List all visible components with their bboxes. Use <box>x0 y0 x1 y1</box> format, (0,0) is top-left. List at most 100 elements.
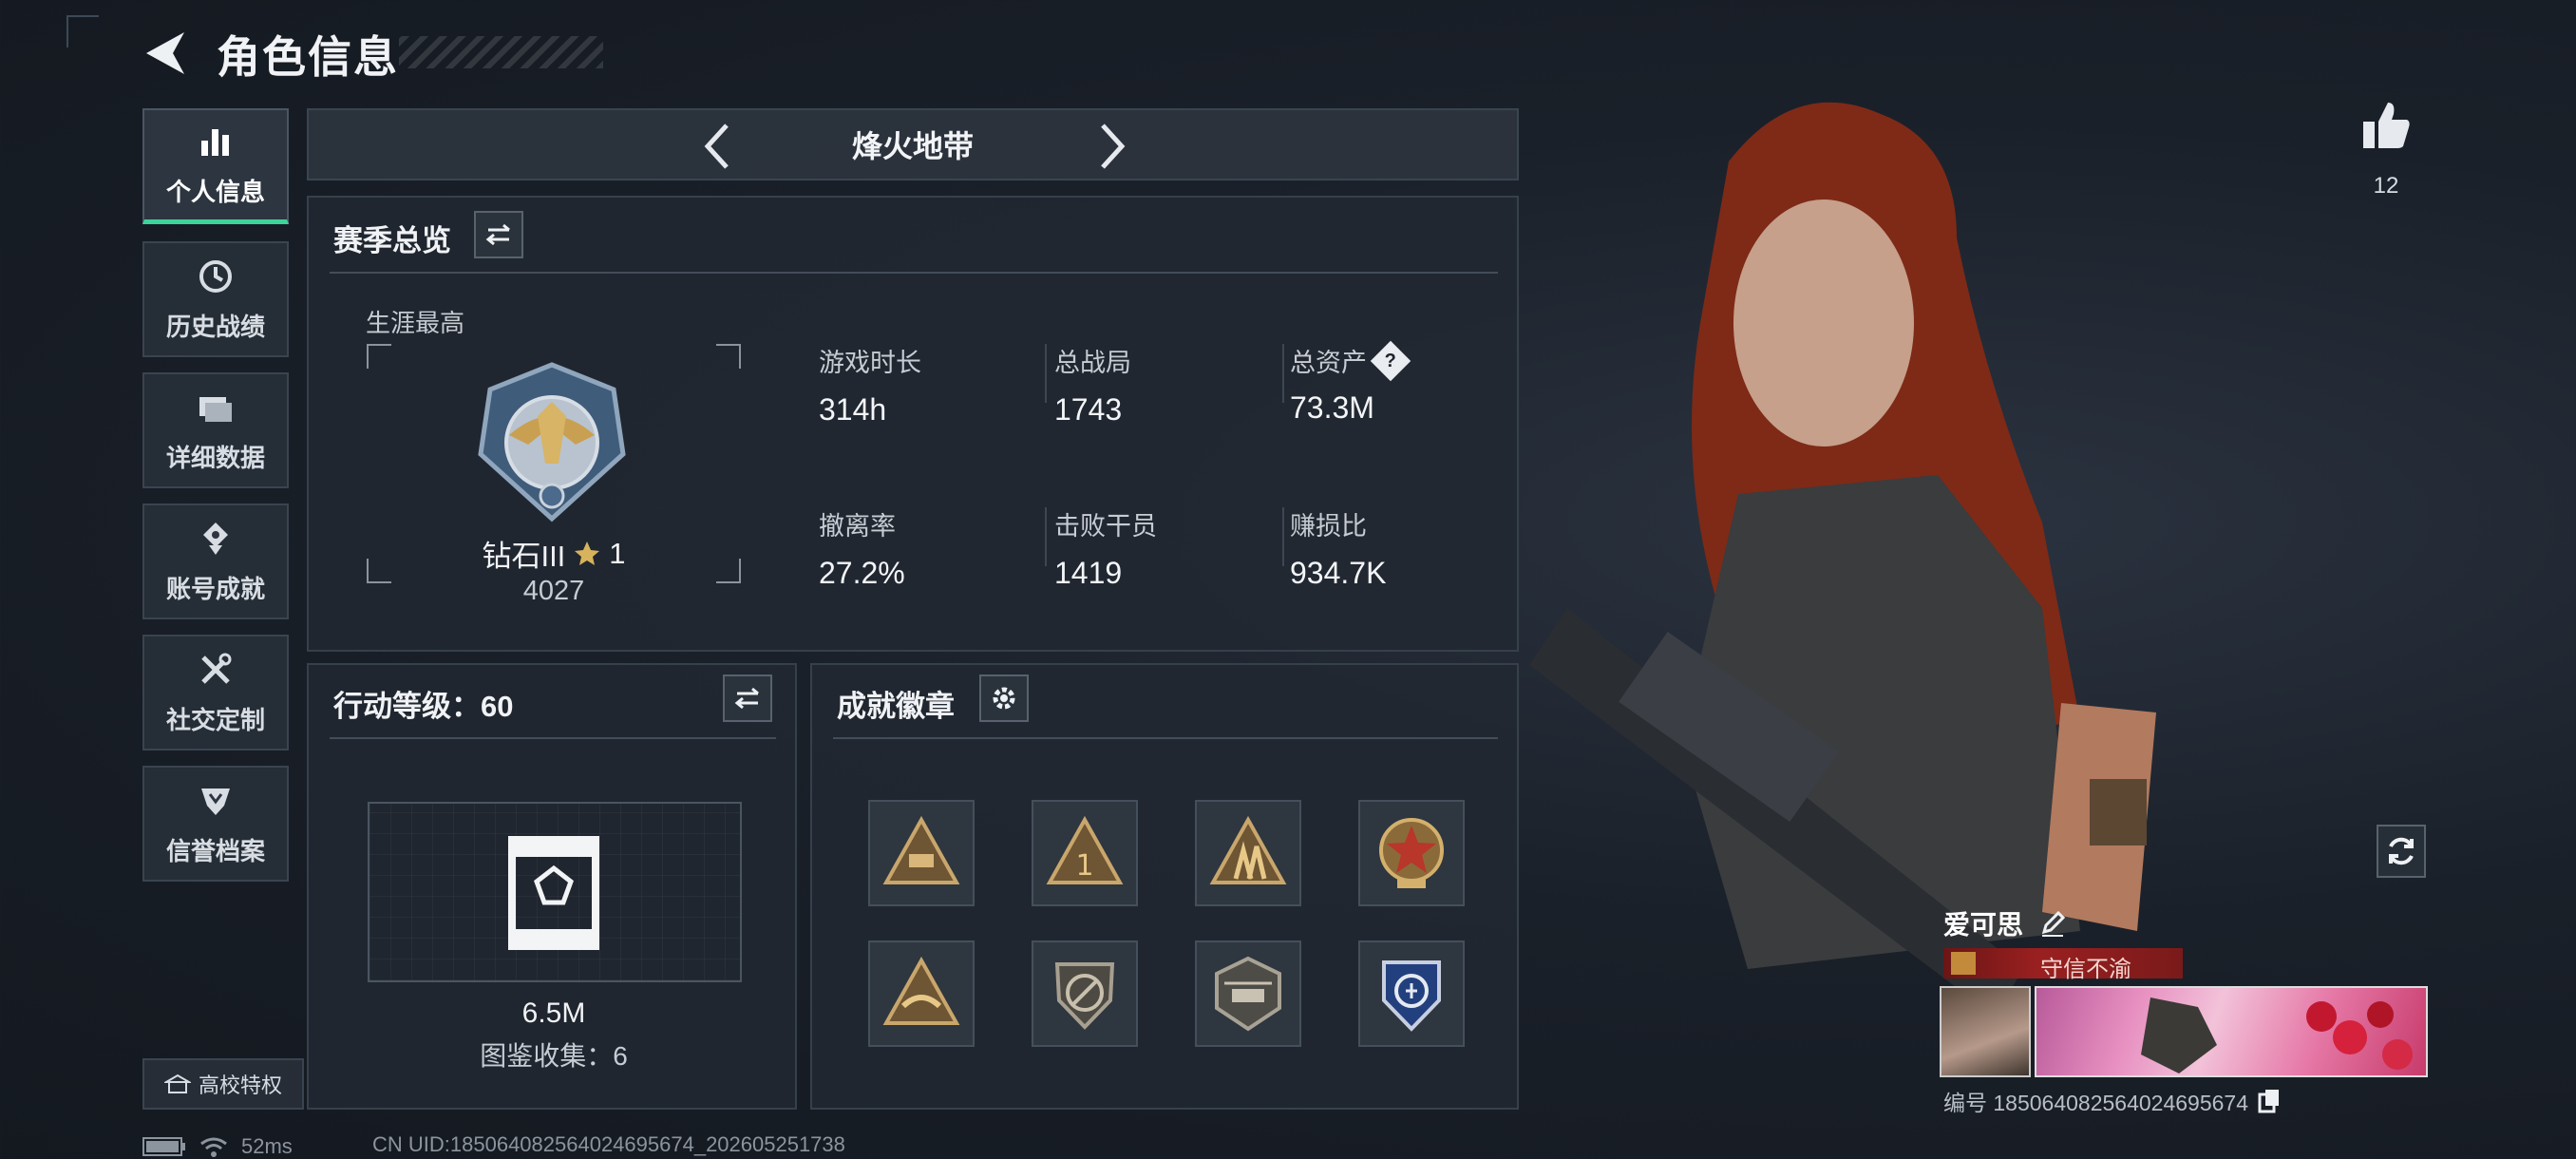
credit-shield-icon <box>201 788 230 815</box>
nav-item-achievements[interactable]: 账号成就 <box>142 504 289 619</box>
chevron-left-icon <box>704 124 729 169</box>
edit-pencil-icon[interactable] <box>2038 909 2067 938</box>
stat-value: 934.7K <box>1290 556 1387 590</box>
stat-total-matches: 总战局 1743 <box>1054 342 1131 428</box>
level-switch-button[interactable] <box>723 674 772 722</box>
nav-item-personal-info[interactable]: 个人信息 <box>142 108 289 224</box>
nav-item-label: 社交定制 <box>165 705 265 734</box>
badge-settings-button[interactable] <box>979 674 1029 722</box>
status-bar: 52ms <box>142 1134 293 1159</box>
blue-shield-badge-icon <box>1382 960 1441 1032</box>
title-stripes-decoration <box>399 36 603 68</box>
collection-value: 6.5M <box>521 998 586 1029</box>
stat-total-assets: 总资产 ? 73.3M <box>1290 340 1411 426</box>
campus-label: 高校特权 <box>198 1074 282 1097</box>
stat-label: 击败干员 <box>1054 512 1157 541</box>
nav-item-detail-data[interactable]: 详细数据 <box>142 372 289 488</box>
stat-separator <box>1282 507 1284 566</box>
like-button[interactable] <box>2359 99 2413 152</box>
account-id-row: 编号 185064082564024695674 <box>1943 1085 2281 1117</box>
stat-value: 1743 <box>1054 392 1123 427</box>
badge-slot[interactable] <box>1358 800 1465 906</box>
stat-label: 赚损比 <box>1290 512 1367 541</box>
stat-separator <box>1282 344 1284 403</box>
motto-plate: 守信不渝 <box>1943 948 2183 982</box>
nav-item-label: 账号成就 <box>165 574 265 603</box>
career-high-label: 生涯最高 <box>366 309 465 337</box>
history-clock-icon <box>199 259 232 293</box>
page-title: 角色信息 <box>217 32 399 82</box>
collection-cabinet-icon <box>508 836 599 950</box>
divider <box>330 737 776 739</box>
stat-value: 1419 <box>1054 556 1123 590</box>
stat-label: 撤离率 <box>819 512 896 541</box>
player-name: 爱可思 <box>1943 910 2024 940</box>
folder-icon <box>199 396 232 422</box>
action-level-title: 行动等级：60 <box>333 690 514 723</box>
nav-item-label: 个人信息 <box>165 178 265 206</box>
badge-slot[interactable] <box>1195 800 1301 906</box>
name-card-banner[interactable] <box>2035 986 2428 1077</box>
nav-item-history[interactable]: 历史战绩 <box>142 241 289 357</box>
handshake-badge-icon <box>882 956 960 1025</box>
nav-item-social-custom[interactable]: 社交定制 <box>142 635 289 750</box>
stat-value: 27.2% <box>819 556 905 590</box>
refresh-button[interactable] <box>2377 825 2426 878</box>
stat-play-time: 游戏时长 314h <box>819 342 921 428</box>
copy-icon[interactable] <box>2258 1089 2281 1113</box>
tools-icon <box>201 653 232 684</box>
player-name-row: 爱可思 <box>1943 904 2067 942</box>
rank-one-badge-icon: 1 <box>1046 815 1124 884</box>
next-mode-button[interactable] <box>1088 120 1137 173</box>
gear-icon <box>993 687 1015 710</box>
season-title: 赛季总览 <box>333 224 451 257</box>
badge-slot[interactable] <box>868 800 975 906</box>
corner-decoration <box>66 15 99 48</box>
motto-text: 守信不渝 <box>2040 957 2131 982</box>
swap-arrows-icon <box>734 687 759 710</box>
nav-item-label: 信誉档案 <box>165 836 265 865</box>
divider <box>330 272 1498 274</box>
badge-slot[interactable]: 1 <box>1032 800 1138 906</box>
rank-stars: 1 <box>609 536 626 570</box>
badge-slot[interactable] <box>1195 940 1301 1047</box>
chevron-right-icon <box>1101 124 1126 169</box>
campus-privilege-button[interactable]: 高校特权 <box>142 1058 304 1110</box>
wifi-icon <box>200 1137 227 1157</box>
bar-chart-icon <box>201 129 229 156</box>
rank-title: 钻石III 1 <box>367 532 741 575</box>
rank-name: 钻石III <box>482 540 566 573</box>
nav-item-credit-archive[interactable]: 信誉档案 <box>142 766 289 882</box>
soldiers-badge-icon <box>1209 815 1287 884</box>
uid-text: CN UID:185064082564024695674_20260525173… <box>372 1132 845 1156</box>
badge-slot[interactable] <box>1032 940 1138 1047</box>
collection-display[interactable] <box>368 802 742 982</box>
collection-count: 图鉴收集：6 <box>480 1041 628 1071</box>
star-icon <box>575 541 600 565</box>
stat-separator <box>1045 507 1047 566</box>
stat-profit-loss-ratio: 赚损比 934.7K <box>1290 505 1386 591</box>
nav-item-label: 详细数据 <box>165 443 265 472</box>
like-count: 12 <box>2373 173 2399 199</box>
refresh-icon <box>2389 837 2414 865</box>
prev-mode-button[interactable] <box>692 120 742 173</box>
stat-value: 314h <box>819 392 887 427</box>
account-id: 编号 185064082564024695674 <box>1943 1091 2249 1115</box>
help-icon[interactable]: ? <box>1370 340 1411 381</box>
stat-extraction-rate: 撤离率 27.2% <box>819 505 905 591</box>
stat-separator <box>1045 344 1047 403</box>
rank-frame: 钻石III 1 4027 <box>367 344 741 606</box>
badge-slot[interactable] <box>868 940 975 1047</box>
stat-label: 总战局 <box>1054 349 1131 377</box>
helicopter-badge-icon <box>1215 956 1281 1032</box>
badges-title: 成就徽章 <box>837 690 955 723</box>
divider <box>833 737 1498 739</box>
season-switch-button[interactable] <box>474 211 523 258</box>
back-arrow-icon <box>146 32 184 74</box>
back-button[interactable] <box>142 28 188 78</box>
avatar[interactable] <box>1940 986 2031 1077</box>
stat-label: 总资产 <box>1290 349 1367 377</box>
school-icon <box>163 1074 191 1093</box>
ping-value: 52ms <box>241 1134 293 1158</box>
badge-slot[interactable] <box>1358 940 1465 1047</box>
